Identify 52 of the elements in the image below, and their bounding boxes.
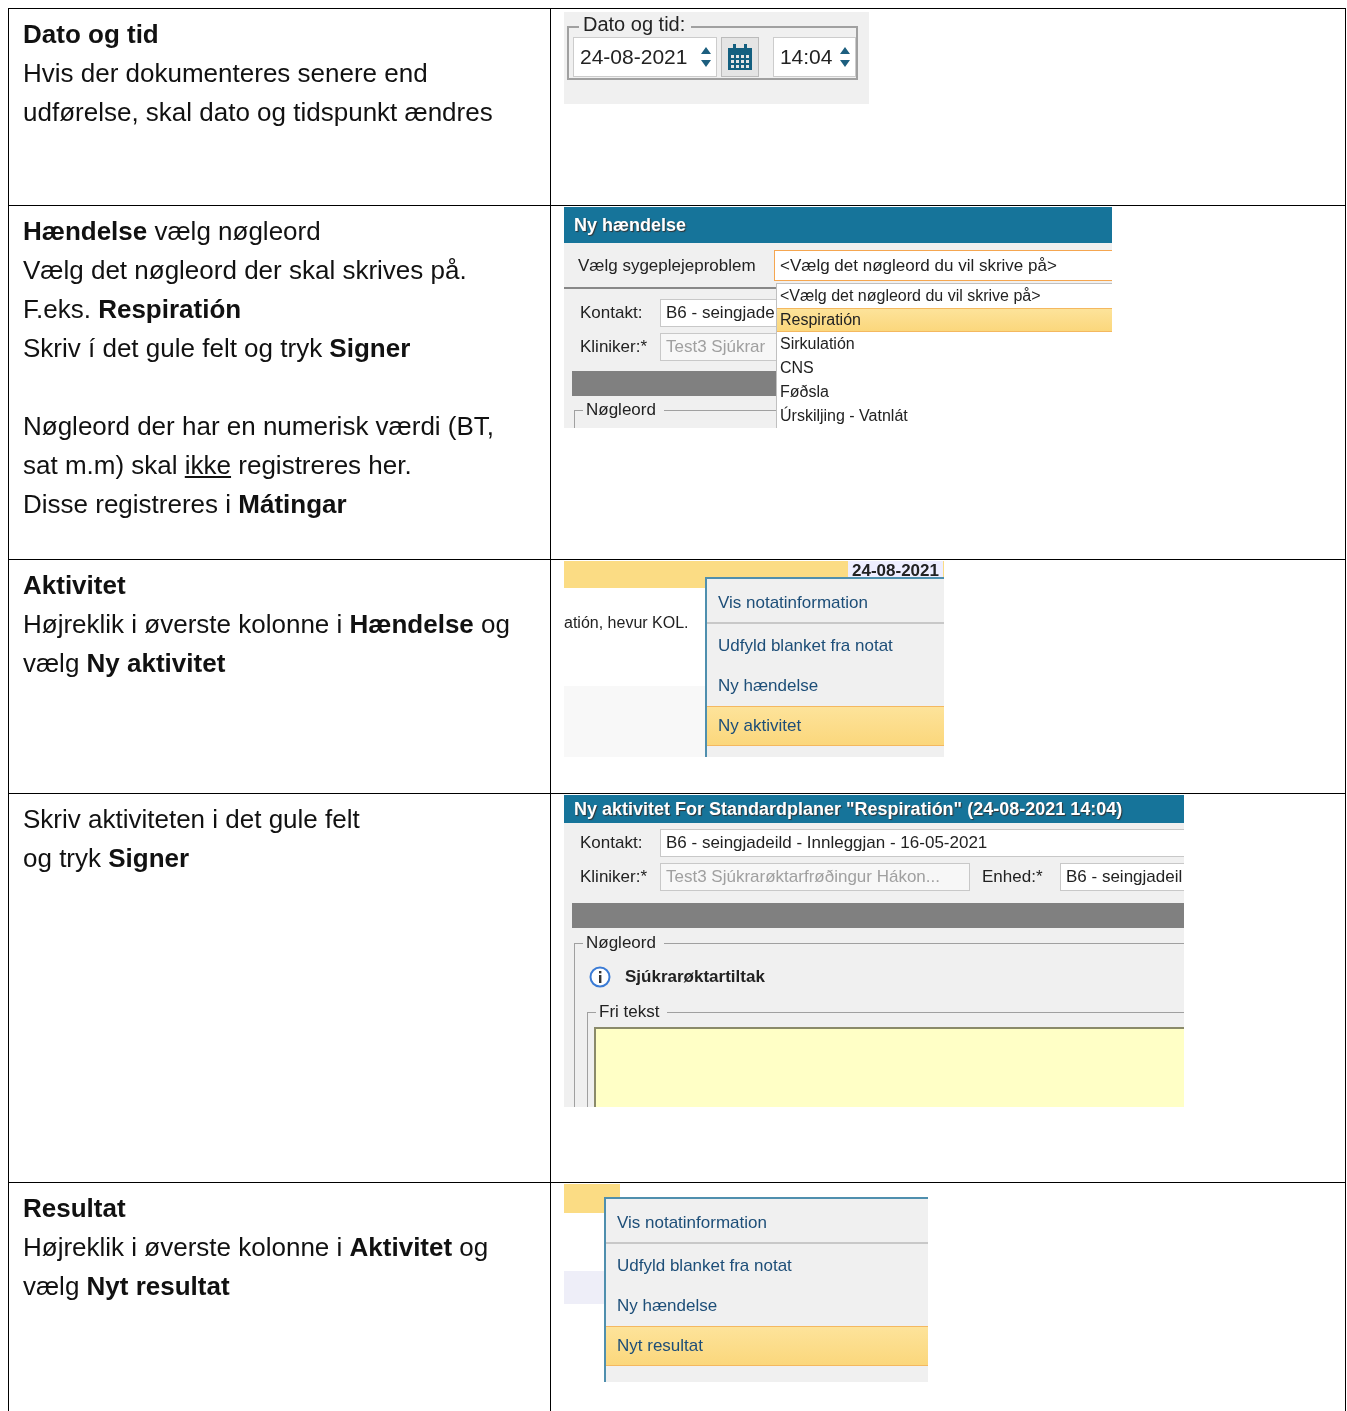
spinner-icon[interactable] bbox=[839, 45, 851, 69]
instruction-text: Skriv aktiviteten i det gule felt bbox=[23, 803, 361, 836]
field-label: Vælg sygeplejeproblem bbox=[578, 255, 757, 276]
menu-item[interactable]: Ny hændelse bbox=[707, 666, 944, 706]
unit-field[interactable]: B6 - seingjadeil bbox=[1060, 863, 1184, 891]
instruction-text: Hvis der dokumenteres senere end udførelse, skal dato og tidspunkt ændres bbox=[23, 57, 494, 129]
field-label: Kontakt: bbox=[580, 303, 644, 323]
group-legend: Dato og tid: bbox=[579, 13, 692, 36]
dropdown-option[interactable]: Respiratión bbox=[777, 308, 1112, 332]
field-label: Enhed:* bbox=[982, 867, 1044, 887]
menu-item[interactable]: Nyt resultat bbox=[606, 1326, 928, 1366]
instruction-text: F.eks. Respiratión bbox=[23, 293, 243, 326]
note-text: atión, hevur KOL. bbox=[564, 614, 690, 632]
spinner-icon[interactable] bbox=[700, 45, 713, 69]
group-legend: Nøgleord bbox=[583, 933, 664, 953]
keyword-title: Sjúkrarøktartiltak bbox=[625, 967, 765, 987]
instruction-text: Hændelse vælg nøgleord bbox=[23, 215, 322, 248]
menu-item[interactable]: Ny aktivitet bbox=[707, 706, 944, 746]
dialog-title: Ny hændelse bbox=[574, 214, 687, 236]
time-field[interactable]: 14:04 bbox=[772, 37, 856, 77]
menu-item[interactable]: Vis notatinformation bbox=[606, 1203, 928, 1244]
date-field[interactable]: 24-08-2021 bbox=[573, 37, 718, 77]
info-icon bbox=[589, 966, 611, 988]
calendar-icon bbox=[726, 43, 755, 71]
dropdown-option[interactable]: <Vælg det nøgleord du vil skrive på> bbox=[777, 284, 1112, 308]
menu-item[interactable]: Udfyld blanket fra notat bbox=[606, 1246, 928, 1286]
dialog-title: Ny aktivitet For Standardplaner "Respiratión" (24-08-2021 14:04) bbox=[574, 798, 1123, 820]
dropdown-option[interactable]: CNS bbox=[777, 356, 1112, 380]
instruction-text: Skriv í det gule felt og tryk Signer bbox=[23, 332, 412, 365]
section-heading: Resultat bbox=[23, 1192, 127, 1225]
group-legend: Nøgleord bbox=[583, 400, 664, 420]
dropdown-option[interactable]: Føðsla bbox=[777, 380, 1112, 404]
instruction-text: Højreklik i øverste kolonne i Aktivitet og vælg Nyt resultat bbox=[23, 1231, 490, 1303]
instruction-text: Disse registreres i Mátingar bbox=[23, 488, 348, 521]
free-text-area[interactable] bbox=[594, 1027, 1184, 1107]
dropdown-option[interactable]: Sirkulatión bbox=[777, 332, 1112, 356]
instruction-text: Vælg det nøgleord der skal skrives på. bbox=[23, 254, 468, 287]
dropdown-option[interactable]: Úrskiljing - Vatnlát bbox=[777, 404, 1112, 428]
instruction-text: Højreklik i øverste kolonne i Hændelse og vælg Ny aktivitet bbox=[23, 608, 511, 680]
menu-item[interactable]: Udfyld blanket fra notat bbox=[707, 626, 944, 666]
field-label: Kontakt: bbox=[580, 833, 644, 853]
instruction-text: Nøgleord der har en numerisk værdi (BT, sat m.m) skal ikke registreres her. bbox=[23, 410, 496, 482]
field-label: Kliniker:* bbox=[580, 867, 649, 887]
section-heading: Aktivitet bbox=[23, 569, 127, 602]
calendar-button[interactable] bbox=[721, 37, 759, 77]
problem-dropdown[interactable]: <Vælg det nøgleord du vil skrive på> bbox=[774, 250, 1112, 281]
menu-item[interactable]: Vis notatinformation bbox=[707, 583, 944, 624]
contact-field[interactable]: B6 - seingjadeild - Innleggjan - 16-05-2021 bbox=[660, 829, 1184, 857]
instruction-text: og tryk Signer bbox=[23, 842, 191, 875]
menu-item[interactable]: Ny hændelse bbox=[606, 1286, 928, 1326]
section-heading: Dato og tid bbox=[23, 18, 160, 51]
field-label: Kliniker:* bbox=[580, 337, 649, 357]
